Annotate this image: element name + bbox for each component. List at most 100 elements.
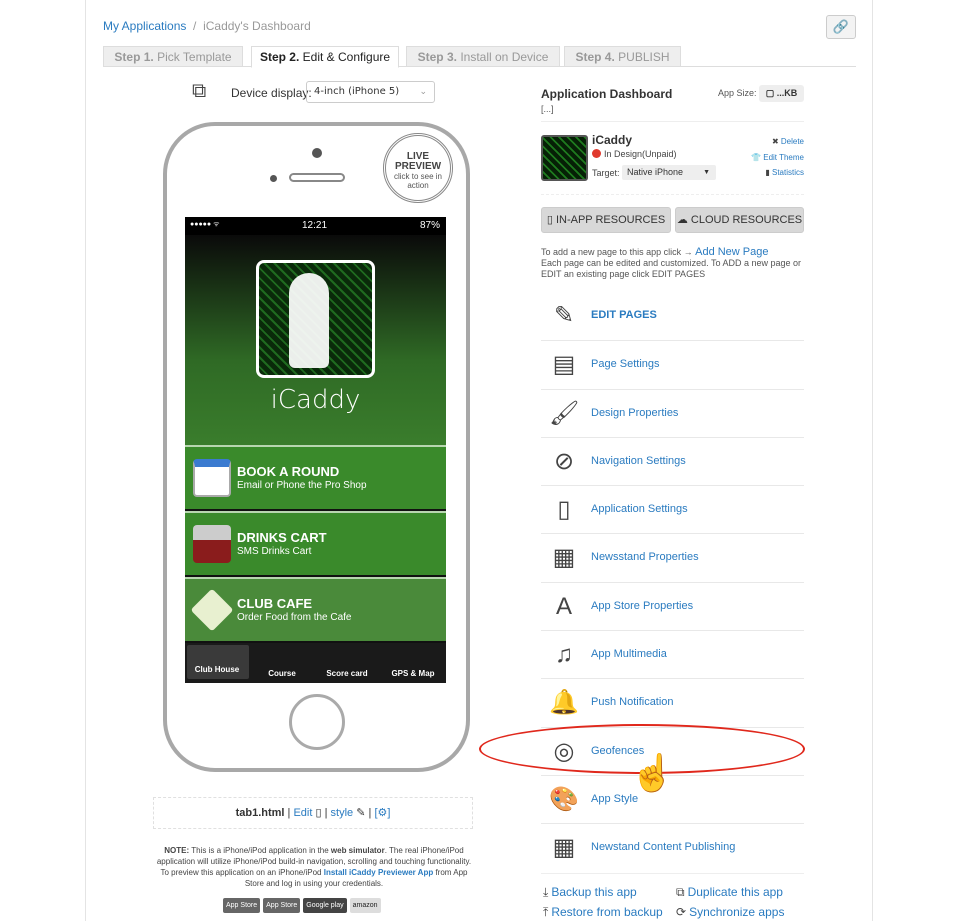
menu-item-label: EDIT PAGES <box>591 309 657 321</box>
copy-link-button[interactable]: 🔗 <box>826 15 856 39</box>
edit-theme-link[interactable]: 👕 Edit Theme <box>751 153 804 162</box>
tab-step-1[interactable]: Step 1. Pick Template <box>103 46 243 67</box>
target-label: Target: <box>592 168 620 178</box>
brush-css-icon: 🖌 <box>549 399 580 427</box>
menu-row-club-cafe[interactable]: CLUB CAFE Order Food from the Cafe <box>185 577 446 641</box>
google-play-badge[interactable]: Google play <box>303 898 347 913</box>
in-app-resources-button[interactable]: ▯ IN-APP RESOURCES <box>541 207 671 233</box>
mac-app-store-badge[interactable]: App Store <box>263 898 301 913</box>
phone-tab-course[interactable]: Course <box>250 669 314 678</box>
rotate-device-icon[interactable]: ⧉ <box>192 80 206 103</box>
cloud-resources-button[interactable]: ☁ CLOUD RESOURCES <box>675 207 804 233</box>
delete-link[interactable]: ✖ Delete <box>772 137 804 146</box>
style-link[interactable]: style <box>331 807 354 819</box>
phone-tab-club-house[interactable]: Club House <box>185 665 249 674</box>
menu-item-design-properties[interactable]: 🖌 Design Properties <box>541 388 804 437</box>
chevron-down-icon: ⌄ <box>419 87 427 97</box>
menu-item-label: Newstand Content Publishing <box>591 841 736 854</box>
duplicate-icon: ⧉ <box>676 885 685 899</box>
menu-item-page-settings[interactable]: ▤ Page Settings <box>541 340 804 388</box>
device-display-label: Device display: <box>231 86 312 100</box>
page-settings-icon: ▤ <box>552 351 576 379</box>
grid-icon: ▦ <box>552 834 576 862</box>
breadcrumb-separator: / <box>193 19 197 33</box>
upload-icon: ⤒ <box>543 905 549 919</box>
phone-icon: ▯ <box>315 807 322 819</box>
breadcrumb-my-applications[interactable]: My Applications <box>103 19 186 33</box>
tab-step-2[interactable]: Step 2. Edit & Configure <box>251 46 399 68</box>
dashboard-title: Application Dashboard <box>541 87 673 101</box>
menu-item-push-notification[interactable]: 🔔 Push Notification <box>541 678 804 726</box>
file-name: tab1.html <box>235 807 285 819</box>
phone-screen: ●●●●● ᯤ 12:21 87% iCaddy BOOK A ROUND Ema… <box>185 217 446 683</box>
menu-item-label: Navigation Settings <box>591 454 686 467</box>
synchronize-link[interactable]: ⟳ Synchronize apps <box>676 905 787 919</box>
add-new-page-link[interactable]: Add New Page <box>695 246 768 258</box>
menu-item-label: Application Settings <box>591 503 688 516</box>
phone-tab-bar: Club House Course Score card GPS & Map <box>185 643 446 683</box>
palette-icon: 🎨 <box>549 785 579 813</box>
menu-item-edit-pages[interactable]: ✎ EDIT PAGES <box>541 292 804 340</box>
menu-item-navigation-settings[interactable]: ⊘ Navigation Settings <box>541 436 804 485</box>
backup-link[interactable]: ⤓ Backup this app <box>543 885 640 900</box>
bell-icon: 🔔 <box>549 689 579 717</box>
app-store-badge[interactable]: App Store <box>223 898 261 913</box>
menu-item-label: App Store Properties <box>591 599 694 612</box>
menu-item-app-store-properties[interactable]: A App Store Properties <box>541 581 804 630</box>
app-name: iCaddy <box>592 133 633 147</box>
signal-icon: ●●●●● ᯤ <box>190 221 220 228</box>
restore-link[interactable]: ⤒ Restore from backup <box>543 905 666 920</box>
phone-tab-gps-map[interactable]: GPS & Map <box>381 669 445 678</box>
divider <box>541 121 804 122</box>
amazon-badge[interactable]: amazon <box>349 898 381 913</box>
menu-item-label: Page Settings <box>591 358 660 371</box>
sync-icon: ⟳ <box>676 905 687 919</box>
app-status: In Design(Unpaid) <box>592 149 677 159</box>
breadcrumb: My Applications / iCaddy's Dashboard <box>103 19 311 33</box>
cutlery-icon <box>190 588 234 632</box>
speaker-grille <box>289 173 345 182</box>
menu-item-label: Design Properties <box>591 406 679 419</box>
live-preview-button[interactable]: LIVE PREVIEW click to see in action <box>383 133 453 203</box>
home-button[interactable] <box>289 694 345 750</box>
dashboard-more[interactable]: [...] <box>541 104 554 114</box>
phone-tab-score-card[interactable]: Score card <box>315 669 379 678</box>
menu-item-newstand-content-publishing[interactable]: ▦ Newstand Content Publishing <box>541 823 804 871</box>
divider <box>541 873 804 874</box>
app-title: iCaddy <box>270 385 361 415</box>
pencil-icon: ✎ <box>553 302 575 329</box>
device-display-select[interactable]: 4-inch (iPhone 5) ⌄ <box>306 81 435 103</box>
app-icon <box>541 135 588 181</box>
download-icon: ⤓ <box>543 885 549 899</box>
tab-step-4[interactable]: Step 4. PUBLISH <box>564 46 681 67</box>
menu-item-application-settings[interactable]: ▯ Application Settings <box>541 485 804 533</box>
target-select[interactable]: Native iPhone ▼ <box>622 165 716 180</box>
calendar-icon <box>193 459 231 497</box>
install-previewer-link[interactable]: Install iCaddy Previewer App <box>324 868 434 877</box>
duplicate-link[interactable]: ⧉ Duplicate this app <box>676 885 786 900</box>
menu-item-label: App Style <box>591 792 639 805</box>
menu-item-newsstand-properties[interactable]: ▦ Newsstand Properties <box>541 533 804 581</box>
newsstand-icon: ▦ <box>552 544 576 572</box>
pencil-icon: ✎ <box>356 807 366 819</box>
menu-item-label: Push Notification <box>591 696 674 709</box>
step-tabs: Step 1. Pick Template Step 2. Edit & Con… <box>103 46 856 68</box>
settings-link[interactable]: [⚙] <box>374 807 390 819</box>
status-dot-icon <box>592 149 601 158</box>
sensor-icon <box>270 175 277 182</box>
menu-row-drinks-cart[interactable]: DRINKS CART SMS Drinks Cart <box>185 511 446 575</box>
status-time: 12:21 <box>302 220 328 231</box>
edit-link[interactable]: Edit <box>293 807 312 819</box>
menu-row-book-a-round[interactable]: BOOK A ROUND Email or Phone the Pro Shop <box>185 445 446 509</box>
menu-item-label: App Multimedia <box>591 648 667 661</box>
golfer-logo <box>256 260 375 378</box>
file-toolbar: tab1.html | Edit ▯ | style ✎ | [⚙] <box>153 797 473 829</box>
help-text: To add a new page to this app click → Ad… <box>541 246 802 280</box>
multimedia-icon: ♫ <box>555 641 573 669</box>
menu-item-app-multimedia[interactable]: ♫ App Multimedia <box>541 630 804 678</box>
statistics-link[interactable]: ▮ Statistics <box>765 168 804 177</box>
simulator-note: NOTE: This is a iPhone/iPod application … <box>156 846 472 888</box>
tab-step-3[interactable]: Step 3. Install on Device <box>406 46 560 67</box>
app-size-label: App Size: <box>718 88 757 98</box>
golf-cart-icon <box>193 525 231 563</box>
